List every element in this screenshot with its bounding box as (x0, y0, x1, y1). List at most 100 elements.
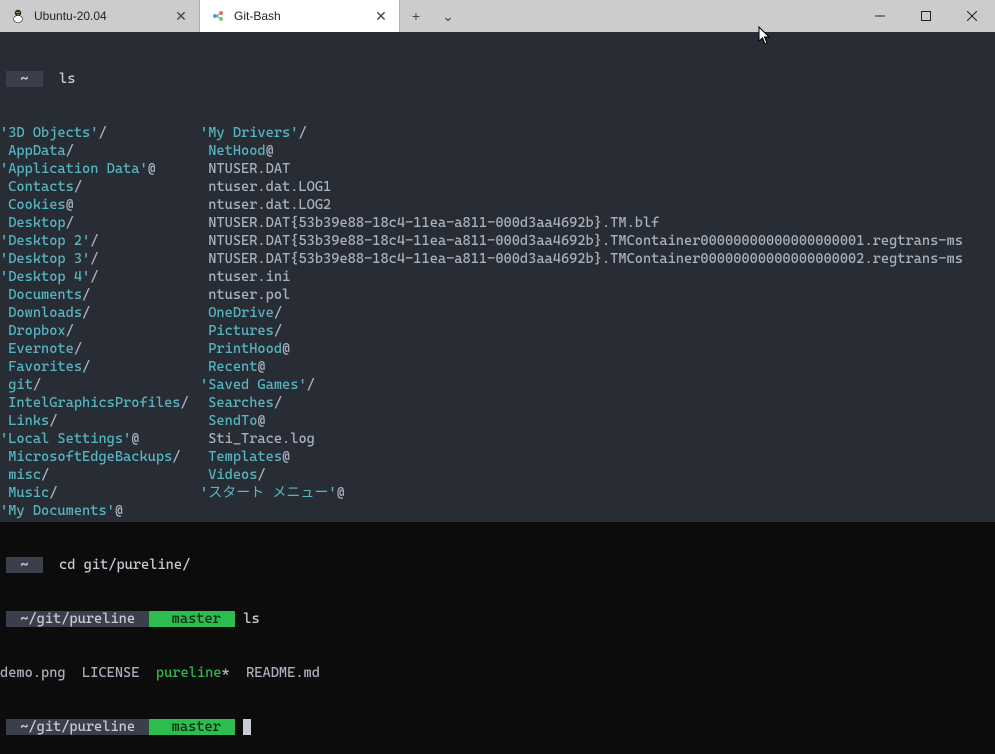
new-tab-button[interactable]: + (400, 0, 432, 32)
file-suffix: / (82, 359, 90, 375)
file-entry: Cookies (0, 197, 66, 213)
file-suffix: / (66, 215, 74, 231)
prompt-line: ~ ls (0, 70, 995, 88)
tab-title: Ubuntu-20.04 (34, 9, 165, 23)
file-suffix: / (274, 305, 282, 321)
prompt-line: ~/git/pureline master (0, 718, 995, 736)
text-cursor (243, 719, 251, 735)
close-icon[interactable]: ✕ (173, 8, 189, 25)
output-line: Desktop/ NTUSER.DAT{53b39e88-18c4-11ea-a… (0, 214, 995, 232)
file-entry: 'スタート メニュー' (200, 485, 337, 501)
file-suffix: / (90, 233, 98, 249)
file-entry: SendTo (200, 413, 257, 429)
file-suffix: / (49, 413, 57, 429)
file-entry: ntuser.dat.LOG2 (200, 197, 331, 213)
file-entry: ntuser.pol (200, 287, 290, 303)
prompt-line: ~ cd git/pureline/ (0, 556, 995, 574)
output-line: Favorites/ Recent@ (0, 358, 995, 376)
file-entry: NTUSER.DAT{53b39e88-18c4-11ea-a811-000d3… (200, 215, 659, 231)
file-entry: NTUSER.DAT (200, 161, 290, 177)
command-text: cd git/pureline/ (59, 557, 190, 573)
tab-dropdown-button[interactable]: ⌄ (432, 0, 464, 32)
file-entry: Links (0, 413, 49, 429)
output-line: IntelGraphicsProfiles/ Searches/ (0, 394, 995, 412)
file-entry: Dropbox (0, 323, 66, 339)
window-controls (857, 0, 995, 32)
output-line: git/'Saved Games'/ (0, 376, 995, 394)
file-suffix: @ (266, 143, 274, 159)
output-line: 'Application Data'@ NTUSER.DAT (0, 160, 995, 178)
file-suffix: @ (115, 503, 123, 519)
command-text: ls (243, 611, 259, 627)
prompt-segment-branch: master (149, 719, 235, 735)
output-line: Downloads/ OneDrive/ (0, 304, 995, 322)
output-line: Documents/ ntuser.pol (0, 286, 995, 304)
file-suffix: / (257, 467, 265, 483)
close-window-button[interactable] (949, 0, 995, 32)
maximize-button[interactable] (903, 0, 949, 32)
output-line: demo.png LICENSE pureline* README.md (0, 664, 995, 682)
tab-ubuntu[interactable]: Ubuntu-20.04 ✕ (0, 0, 200, 32)
file-entry: AppData (0, 143, 66, 159)
file-entry: Desktop (0, 215, 66, 231)
file-suffix: / (90, 251, 98, 267)
file-entry: Pictures (200, 323, 274, 339)
file-suffix: / (274, 323, 282, 339)
file-entry: 'My Drivers' (200, 125, 298, 141)
file-entry: Recent (200, 359, 257, 375)
file-suffix: / (74, 179, 82, 195)
file-entry: Contacts (0, 179, 74, 195)
file-entry: 'Desktop 3' (0, 251, 90, 267)
file-entry: 'My Documents' (0, 503, 115, 519)
file-entry: Videos (200, 467, 257, 483)
file-suffix: / (66, 143, 74, 159)
file-entry: 'Desktop 2' (0, 233, 90, 249)
file-entry: Templates (200, 449, 282, 465)
close-icon[interactable]: ✕ (373, 8, 389, 25)
output-line: 'Desktop 4'/ ntuser.ini (0, 268, 995, 286)
output-line: Evernote/ PrintHood@ (0, 340, 995, 358)
command-text: ls (59, 71, 75, 87)
file-suffix: / (66, 323, 74, 339)
file-entry: Sti_Trace.log (200, 431, 315, 447)
file-entry: 'Local Settings' (0, 431, 131, 447)
file-entry: PrintHood (200, 341, 282, 357)
file-suffix: / (33, 377, 41, 393)
file-suffix: @ (282, 449, 290, 465)
file-entry: Documents (0, 287, 82, 303)
output-line: 'My Documents'@ (0, 502, 995, 520)
file-entry: MicrosoftEdgeBackups (0, 449, 172, 465)
file-entry: pureline (156, 665, 222, 681)
file-entry: IntelGraphicsProfiles (0, 395, 180, 411)
file-suffix: / (298, 125, 306, 141)
file-entry: 'Desktop 4' (0, 269, 90, 285)
file-suffix: @ (282, 341, 290, 357)
minimize-button[interactable] (857, 0, 903, 32)
file-entry: misc (0, 467, 41, 483)
file-suffix: / (82, 287, 90, 303)
file-entry: NTUSER.DAT{53b39e88-18c4-11ea-a811-000d3… (200, 251, 963, 267)
file-suffix: / (274, 395, 282, 411)
output-line: MicrosoftEdgeBackups/ Templates@ (0, 448, 995, 466)
file-entry: '3D Objects' (0, 125, 98, 141)
file-entry: NTUSER.DAT{53b39e88-18c4-11ea-a811-000d3… (200, 233, 963, 249)
output-line: Dropbox/ Pictures/ (0, 322, 995, 340)
output-line: Music/'スタート メニュー'@ (0, 484, 995, 502)
file-entry: demo.png LICENSE (0, 665, 156, 681)
git-icon (210, 8, 226, 24)
tab-git-bash[interactable]: Git-Bash ✕ (200, 0, 400, 32)
file-suffix: * (221, 665, 229, 681)
prompt-segment-path: ~ (6, 557, 43, 573)
titlebar-drag-area[interactable] (464, 0, 857, 32)
file-suffix: / (180, 395, 188, 411)
file-suffix: / (307, 377, 315, 393)
file-suffix: @ (337, 485, 345, 501)
output-line: AppData/ NetHood@ (0, 142, 995, 160)
file-entry: NetHood (200, 143, 266, 159)
output-line: 'Desktop 2'/ NTUSER.DAT{53b39e88-18c4-11… (0, 232, 995, 250)
terminal-pane[interactable]: ~ ls '3D Objects'/'My Drivers'/ AppData/… (0, 32, 995, 522)
output-line: '3D Objects'/'My Drivers'/ (0, 124, 995, 142)
file-suffix: / (90, 269, 98, 285)
file-suffix: @ (257, 359, 265, 375)
title-bar: Ubuntu-20.04 ✕ Git-Bash ✕ + ⌄ (0, 0, 995, 32)
